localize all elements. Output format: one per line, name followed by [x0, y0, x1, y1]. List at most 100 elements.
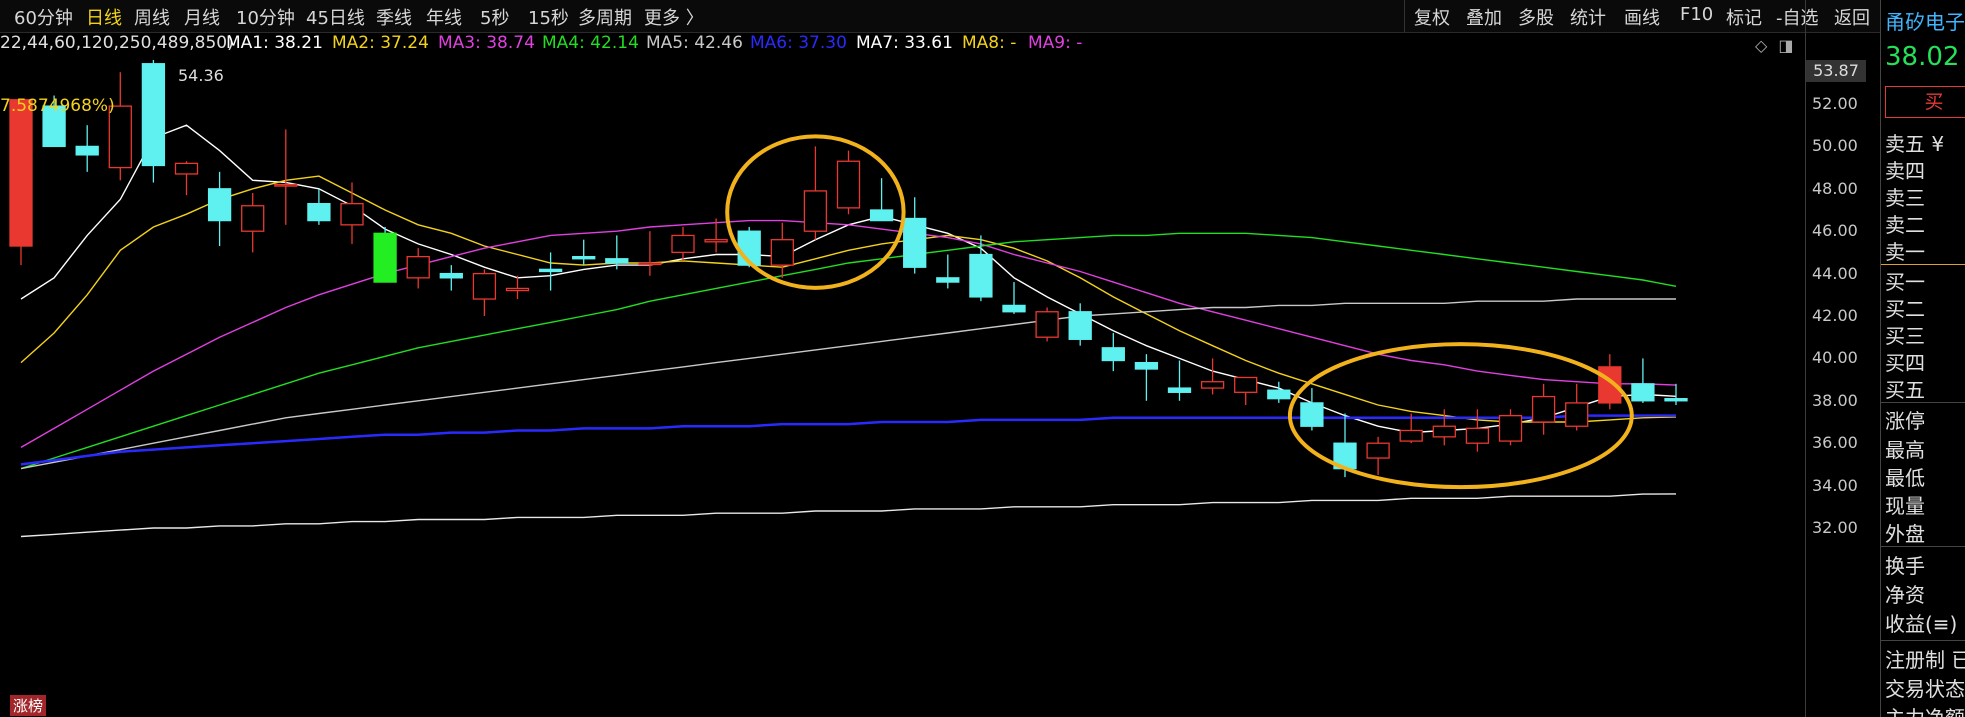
period-5sec[interactable]: 5秒: [480, 4, 509, 30]
candle-body: [207, 188, 232, 222]
candle[interactable]: [1035, 307, 1059, 342]
period-15sec[interactable]: 15秒: [528, 4, 569, 30]
candle[interactable]: [1167, 360, 1192, 401]
candle[interactable]: [770, 222, 794, 278]
period-quarter[interactable]: 季线: [376, 4, 412, 30]
candle[interactable]: [1234, 376, 1258, 406]
candle[interactable]: [1267, 381, 1291, 403]
candle[interactable]: [406, 248, 430, 289]
candle[interactable]: [439, 265, 463, 291]
candlestick-chart[interactable]: [0, 60, 1805, 717]
period-daily[interactable]: 日线: [86, 4, 122, 30]
candle[interactable]: [505, 275, 530, 300]
zhangbang-badge[interactable]: 涨榜: [10, 695, 47, 716]
candle[interactable]: [1631, 358, 1655, 403]
candle-body: [1200, 381, 1225, 389]
candle-body: [869, 209, 894, 222]
candle[interactable]: [572, 239, 596, 266]
candle[interactable]: [472, 269, 497, 316]
period-more[interactable]: 更多 〉: [644, 4, 704, 30]
candle[interactable]: [1664, 383, 1688, 406]
candle[interactable]: [174, 161, 199, 196]
candle-body: [969, 253, 993, 298]
stat-volume: 现量: [1885, 494, 1925, 518]
ma-legend: 22,44,60,120,250,489,850) MA1: 38.21 MA2…: [0, 33, 1800, 59]
candle[interactable]: [1200, 358, 1225, 395]
ma6-legend: MA6: 37.30: [750, 33, 847, 53]
candle-body: [373, 232, 397, 283]
tool-fuquan-button[interactable]: 复权: [1414, 4, 1450, 30]
period-multi[interactable]: 多周期: [578, 4, 632, 30]
candle[interactable]: [108, 72, 132, 181]
candle-body: [1366, 442, 1390, 459]
candle-body: [406, 255, 430, 279]
candle-body: [836, 160, 861, 209]
diamond-icon[interactable]: ◇: [1755, 36, 1767, 55]
candle-body: [1498, 414, 1523, 442]
candle[interactable]: [373, 226, 397, 283]
section-divider: [1881, 402, 1965, 403]
candle-body: [671, 234, 695, 254]
candle[interactable]: [207, 171, 232, 247]
bid3: 买三: [1885, 324, 1925, 348]
candle-body: [1035, 311, 1059, 338]
candle[interactable]: [340, 182, 364, 244]
candle-body: [1234, 376, 1258, 393]
tool-mark-button[interactable]: 标记: [1726, 4, 1762, 30]
candle[interactable]: [1101, 332, 1125, 372]
candle[interactable]: [903, 197, 927, 274]
y-tick-label: 34.00: [1812, 475, 1858, 495]
period-monthly[interactable]: 月线: [184, 4, 220, 30]
stock-name: 甬矽电子: [1885, 10, 1965, 34]
candle[interactable]: [638, 231, 662, 276]
bid2: 买二: [1885, 297, 1925, 321]
ma6-line: [20, 414, 1676, 466]
candle[interactable]: [836, 150, 861, 215]
candle[interactable]: [1531, 383, 1556, 435]
tool-stats-button[interactable]: 统计: [1570, 4, 1606, 30]
info-trade-status: 交易状态: [1885, 677, 1965, 701]
candle-body: [75, 145, 99, 156]
percent-label: 7.5874968%): [0, 96, 115, 116]
period-year[interactable]: 年线: [426, 4, 462, 30]
candle[interactable]: [1498, 409, 1523, 446]
candle[interactable]: [141, 60, 166, 183]
candle[interactable]: [605, 235, 629, 270]
period-45day[interactable]: 45日线: [306, 4, 365, 30]
period-10min[interactable]: 10分钟: [236, 4, 295, 30]
candle-body: [307, 202, 331, 222]
candle[interactable]: [9, 99, 33, 266]
candle[interactable]: [241, 193, 265, 253]
tool-draw-button[interactable]: 画线: [1624, 4, 1660, 30]
candle[interactable]: [274, 129, 298, 225]
candle[interactable]: [1134, 354, 1159, 401]
candle[interactable]: [1366, 436, 1390, 475]
candle-body: [1300, 402, 1324, 427]
candle-body: [1002, 304, 1026, 313]
candle[interactable]: [671, 226, 695, 261]
candle[interactable]: [307, 188, 331, 225]
candle[interactable]: [1300, 388, 1324, 431]
candle[interactable]: [538, 252, 563, 291]
candle-body: [803, 190, 828, 232]
candle[interactable]: [1002, 282, 1026, 314]
y-tick-label: 52.00: [1812, 94, 1858, 113]
candle[interactable]: [75, 125, 99, 172]
candle[interactable]: [869, 178, 894, 222]
window-icon[interactable]: ◨: [1778, 36, 1793, 55]
candle-body: [1399, 429, 1423, 442]
buy-button[interactable]: 买: [1885, 86, 1965, 118]
bid4: 买四: [1885, 351, 1925, 375]
candle-body: [770, 239, 794, 266]
candle[interactable]: [1565, 383, 1589, 431]
period-60min[interactable]: 60分钟: [14, 4, 73, 30]
tool-overlay-button[interactable]: 叠加: [1466, 4, 1502, 30]
period-weekly[interactable]: 周线: [134, 4, 170, 30]
candle[interactable]: [936, 254, 960, 289]
candle[interactable]: [1465, 409, 1490, 452]
candle[interactable]: [803, 146, 828, 240]
tool-f10-button[interactable]: F10: [1680, 4, 1713, 25]
candle-body: [505, 287, 530, 292]
tool-multistock-button[interactable]: 多股: [1518, 4, 1554, 30]
ask2: 卖二: [1885, 213, 1925, 237]
